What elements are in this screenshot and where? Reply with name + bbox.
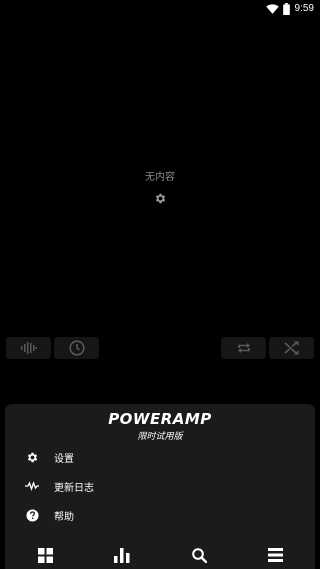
clock-icon bbox=[68, 340, 85, 356]
logo-text: POWERAMP bbox=[108, 410, 212, 428]
bottom-nav bbox=[5, 539, 315, 569]
nav-search[interactable] bbox=[190, 546, 208, 564]
gear-icon bbox=[25, 450, 39, 464]
nav-library[interactable] bbox=[36, 546, 54, 564]
nav-menu[interactable] bbox=[266, 546, 284, 564]
status-time: 9:59 bbox=[294, 3, 314, 14]
screen: 9:59 无内容 POWERAMP 限时试用版 设置 更新日志 帮助 bbox=[0, 0, 320, 569]
pulse-icon bbox=[25, 479, 39, 493]
playback-controls bbox=[6, 337, 314, 359]
nav-equalizer[interactable] bbox=[113, 546, 131, 564]
menu-item-label: 更新日志 bbox=[54, 482, 94, 494]
app-logo: POWERAMP 限时试用版 bbox=[5, 410, 315, 443]
shuffle-icon bbox=[283, 341, 298, 355]
menu-item-settings[interactable]: 设置 bbox=[5, 445, 315, 469]
waveform-icon bbox=[20, 342, 37, 354]
search-icon bbox=[191, 547, 207, 563]
repeat-button[interactable] bbox=[221, 337, 266, 359]
menu-item-help[interactable]: 帮助 bbox=[5, 503, 315, 527]
repeat-icon bbox=[237, 343, 250, 353]
sleep-timer-button[interactable] bbox=[54, 337, 99, 359]
status-bar: 9:59 bbox=[0, 0, 320, 17]
waveform-button[interactable] bbox=[6, 337, 51, 359]
empty-state-text: 无内容 bbox=[145, 172, 175, 183]
gear-icon[interactable] bbox=[154, 192, 167, 205]
equalizer-icon bbox=[114, 547, 130, 563]
help-icon bbox=[25, 508, 39, 522]
library-icon bbox=[37, 547, 53, 563]
menu-sheet: POWERAMP 限时试用版 设置 更新日志 帮助 bbox=[5, 404, 315, 569]
shuffle-button[interactable] bbox=[269, 337, 314, 359]
menu-item-label: 设置 bbox=[54, 453, 74, 465]
battery-icon bbox=[282, 2, 290, 15]
menu-item-label: 帮助 bbox=[54, 511, 74, 523]
menu-icon bbox=[267, 548, 283, 562]
menu-item-changelog[interactable]: 更新日志 bbox=[5, 474, 315, 498]
logo-subtitle: 限时试用版 bbox=[137, 432, 183, 442]
wifi-icon bbox=[265, 3, 279, 14]
empty-state: 无内容 bbox=[0, 168, 320, 205]
